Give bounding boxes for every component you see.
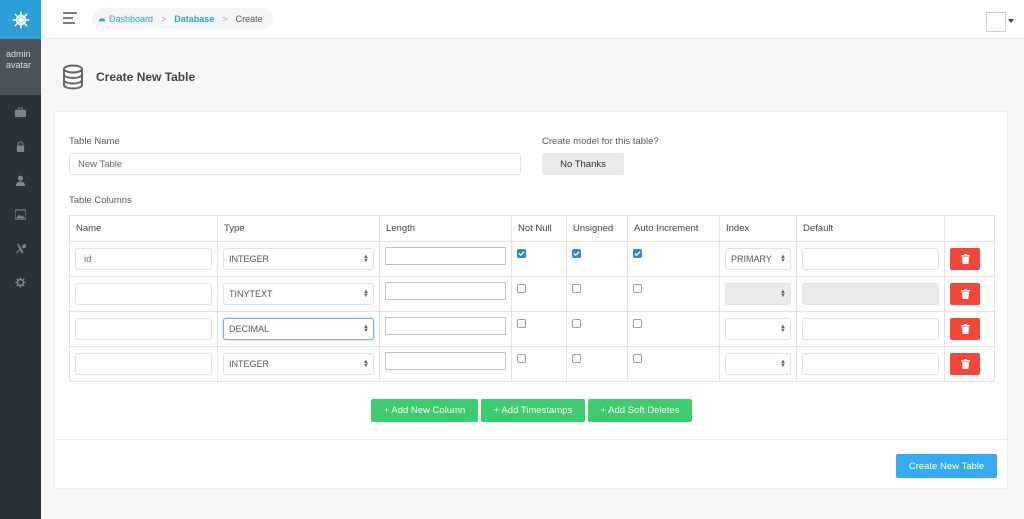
auto-increment-checkbox[interactable] — [633, 249, 642, 258]
column-name-input[interactable] — [75, 283, 212, 305]
trash-icon — [960, 254, 970, 264]
default-input — [802, 283, 939, 305]
table-row: INTEGER ▲ ▼ ▲ ▼ — [69, 346, 995, 382]
unsigned-checkbox[interactable] — [572, 284, 581, 293]
gear-icon[interactable] — [0, 265, 41, 299]
select-arrows-icon: ▲ ▼ — [780, 324, 786, 334]
no-thanks-button[interactable]: No Thanks — [542, 153, 624, 175]
not-null-checkbox[interactable] — [517, 249, 526, 258]
delete-column-button[interactable] — [950, 318, 980, 340]
create-model-label: Create model for this table? — [542, 136, 659, 147]
header-auto-increment: Auto Increment — [627, 215, 720, 242]
select-arrows-icon: ▲ ▼ — [780, 254, 786, 264]
index-select[interactable]: ▲ ▼ — [725, 318, 791, 340]
create-new-table-button[interactable]: Create New Table — [896, 454, 997, 478]
trash-icon — [960, 324, 970, 334]
user-icon[interactable] — [0, 163, 41, 197]
column-type-select[interactable]: INTEGER ▲ ▼ — [223, 353, 374, 375]
breadcrumb-separator: > — [222, 13, 228, 24]
header-not-null: Not Null — [511, 215, 567, 242]
column-name-input[interactable]: id — [75, 248, 212, 270]
header-unsigned: Unsigned — [566, 215, 628, 242]
trash-icon — [960, 289, 970, 299]
index-select[interactable]: PRIMARY ▲ ▼ — [725, 248, 791, 270]
table-header-row: Name Type Length Not Null Unsigned Auto … — [69, 215, 995, 242]
delete-column-button[interactable] — [950, 248, 980, 270]
breadcrumb-separator: > — [161, 13, 167, 24]
lock-icon[interactable] — [0, 129, 41, 163]
select-arrows-icon: ▲ ▼ — [363, 359, 369, 369]
default-input[interactable] — [802, 248, 939, 270]
column-type-select[interactable]: INTEGER ▲ ▼ — [223, 248, 374, 270]
auto-increment-checkbox[interactable] — [633, 319, 642, 328]
column-type-select[interactable]: TINYTEXT ▲ ▼ — [223, 283, 374, 305]
select-arrows-icon: ▲ ▼ — [363, 254, 369, 264]
select-arrows-icon: ▲ ▼ — [363, 289, 369, 299]
columns-table: Name Type Length Not Null Unsigned Auto … — [69, 215, 995, 382]
header-default: Default — [796, 215, 945, 242]
auto-increment-checkbox[interactable] — [633, 284, 642, 293]
column-name-input[interactable] — [75, 353, 212, 375]
add-new-column-button[interactable]: + Add New Column — [371, 399, 478, 422]
default-input[interactable] — [802, 353, 939, 375]
header-type: Type — [217, 215, 380, 242]
breadcrumb-dashboard[interactable]: Dashboard — [98, 14, 153, 24]
caret-down-icon[interactable] — [1008, 19, 1014, 23]
select-arrows-icon: ▲ ▼ — [780, 359, 786, 369]
column-length-input[interactable] — [385, 247, 506, 265]
column-length-input[interactable] — [385, 282, 506, 300]
unsigned-checkbox[interactable] — [572, 249, 581, 258]
auto-increment-checkbox[interactable] — [633, 354, 642, 363]
menu-toggle-icon[interactable] — [63, 12, 77, 24]
page-header: Create New Table — [62, 64, 195, 90]
table-name-input[interactable]: New Table — [69, 153, 521, 175]
page-title: Create New Table — [96, 70, 196, 84]
avatar[interactable]: admin avatar — [0, 39, 41, 95]
database-icon — [63, 64, 83, 90]
index-select[interactable]: ▲ ▼ — [725, 353, 791, 375]
header-name: Name — [69, 215, 218, 242]
tools-icon[interactable] — [0, 231, 41, 265]
briefcase-icon[interactable] — [0, 95, 41, 129]
column-length-input[interactable] — [385, 352, 506, 370]
ship-wheel-icon[interactable] — [0, 0, 41, 39]
topbar: Dashboard > Database > Create — [41, 0, 1024, 39]
not-null-checkbox[interactable] — [517, 354, 526, 363]
trash-icon — [960, 359, 970, 369]
add-timestamps-button[interactable]: + Add Timestamps — [481, 399, 585, 422]
table-row: DECIMAL ▲ ▼ ▲ ▼ — [69, 311, 995, 347]
table-name-label: Table Name — [69, 136, 120, 147]
breadcrumb: Dashboard > Database > Create — [92, 8, 273, 29]
breadcrumb-database[interactable]: Database — [174, 14, 214, 24]
divider — [55, 439, 1007, 440]
delete-column-button[interactable] — [950, 283, 980, 305]
column-type-select[interactable]: DECIMAL ▲ ▼ — [223, 318, 374, 340]
column-name-input[interactable] — [75, 318, 212, 340]
dashboard-icon — [98, 17, 106, 21]
not-null-checkbox[interactable] — [517, 284, 526, 293]
delete-column-button[interactable] — [950, 353, 980, 375]
unsigned-checkbox[interactable] — [572, 354, 581, 363]
default-input[interactable] — [802, 318, 939, 340]
breadcrumb-current: Create — [235, 13, 263, 24]
header-actions — [944, 215, 995, 242]
unsigned-checkbox[interactable] — [572, 319, 581, 328]
table-row: TINYTEXT ▲ ▼ ▲ ▼ — [69, 276, 995, 312]
sidebar: admin avatar — [0, 0, 41, 519]
table-columns-label: Table Columns — [69, 195, 132, 206]
header-length: Length — [379, 215, 512, 242]
not-null-checkbox[interactable] — [517, 319, 526, 328]
header-index: Index — [719, 215, 797, 242]
index-select: ▲ ▼ — [725, 283, 791, 305]
user-avatar[interactable] — [986, 12, 1006, 32]
select-arrows-icon: ▲ ▼ — [363, 324, 369, 334]
add-soft-deletes-button[interactable]: + Add Soft Deletes — [588, 399, 692, 422]
image-icon[interactable] — [0, 197, 41, 231]
column-length-input[interactable] — [385, 317, 506, 335]
select-arrows-icon: ▲ ▼ — [780, 289, 786, 299]
table-row: id INTEGER ▲ ▼ PRIMARY ▲ ▼ — [69, 241, 995, 277]
create-table-panel: Table Name New Table Create model for th… — [54, 111, 1008, 489]
